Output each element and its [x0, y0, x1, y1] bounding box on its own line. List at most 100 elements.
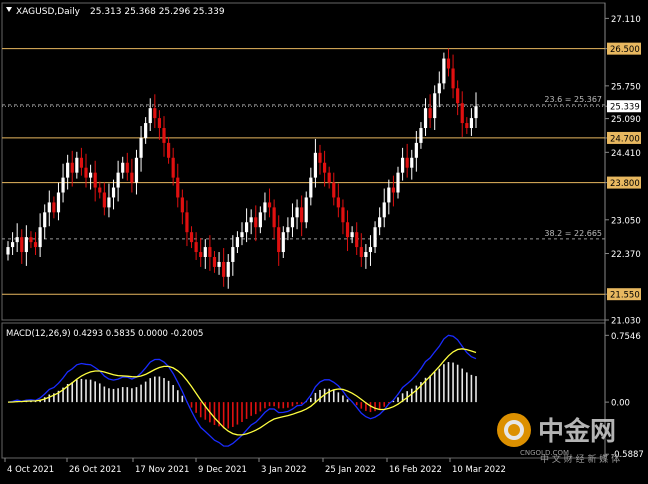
candle-bear: [162, 128, 166, 143]
candle-bull: [378, 217, 382, 228]
cngold-watermark-logo: 中金网 中 文 财 经 新 媒 体 CNGOLD.COM: [497, 413, 620, 465]
chart-ohlc: 25.313 25.368 25.296 25.339: [90, 7, 225, 17]
candle-bull: [437, 83, 441, 94]
candle-bear: [322, 162, 327, 173]
candle-bull: [304, 197, 308, 223]
time-axis-label: 10 Mar 2022: [452, 465, 506, 475]
price-axis-label: 24.410: [611, 149, 641, 159]
candle-bull: [313, 152, 318, 178]
candlestick-series: [6, 48, 478, 289]
cngold-logo-icon: [497, 413, 531, 447]
candle-bear: [336, 197, 340, 208]
candle-bull: [419, 128, 423, 143]
candle-bear: [194, 242, 198, 253]
candle-bull: [6, 247, 10, 255]
price-axis-label: 25.339: [610, 103, 640, 113]
time-axis-label: 4 Oct 2021: [7, 465, 54, 475]
candle-bear: [332, 182, 336, 198]
candle-bear: [359, 247, 363, 257]
candle-bull: [469, 118, 474, 129]
candle-bear: [465, 123, 469, 129]
candle-bear: [208, 247, 212, 257]
candle-bull: [474, 106, 478, 119]
time-axis: 4 Oct 2021 26 Oct 2021 17 Nov 2021 9 Dec 20…: [4, 458, 506, 475]
time-axis-label: 17 Nov 2021: [135, 465, 189, 475]
price-axis-label: 21.550: [610, 291, 640, 301]
candle-bull: [423, 108, 428, 129]
candle-bull: [66, 162, 70, 178]
candle-bear: [20, 237, 24, 253]
candle-bull: [309, 177, 313, 198]
price-axis-label: 22.370: [611, 250, 641, 260]
candle-bull: [295, 207, 299, 218]
candle-bull: [148, 108, 152, 124]
candle-bull: [134, 157, 139, 183]
candle-bear: [405, 157, 409, 168]
chart-canvas[interactable]: 23.6 = 25.36738.2 = 22.665 0.75460.00-0.…: [0, 0, 648, 480]
candle-bull: [10, 242, 15, 248]
candle-bear: [272, 207, 276, 228]
macd-axis-label: 0.7546: [611, 332, 641, 342]
time-axis-label: 25 Jan 2022: [325, 465, 376, 475]
candle-bull: [249, 217, 253, 223]
fib-label: 23.6 = 25.367: [544, 95, 602, 104]
trading-chart-window[interactable]: 23.6 = 25.367 38.2 = 22.665 0.7546 0.00 -0.…: [0, 0, 648, 480]
fib-label: 38.2 = 22.665: [544, 229, 602, 238]
candle-bear: [52, 202, 56, 213]
price-axis-label: 25.750: [611, 82, 641, 92]
macd-label: MACD(12,26,9) 0.4293 0.5835 0.0000 -0.20…: [6, 329, 203, 339]
candle-bull: [56, 192, 61, 213]
candle-bull: [139, 137, 143, 158]
candle-bull: [38, 227, 42, 248]
candle-bear: [199, 252, 203, 257]
candle-bear: [125, 162, 129, 173]
fibonacci-levels: 23.6 = 25.367 38.2 = 22.665: [2, 95, 605, 240]
price-axis-label: 27.110: [611, 15, 641, 25]
candle-bear: [157, 118, 162, 129]
candle-bull: [43, 212, 47, 228]
price-axis-label: 24.700: [610, 134, 640, 144]
candle-bull: [235, 237, 240, 248]
candle-bull: [396, 172, 400, 193]
chart-symbol: XAGUSD,Daily: [16, 7, 81, 17]
price-axis-label: 23.800: [610, 179, 640, 189]
candle-bull: [382, 202, 386, 218]
candle-bull: [116, 172, 120, 188]
candle-bull: [217, 261, 221, 267]
watermark-cn: 中金网: [538, 416, 616, 447]
candle-bull: [111, 187, 116, 198]
dropdown-arrow-icon[interactable]: [6, 7, 12, 12]
candle-bull: [144, 123, 148, 138]
candle-bull: [410, 157, 414, 168]
candle-bear: [222, 261, 226, 277]
candle-bear: [98, 187, 102, 193]
candle-bull: [373, 227, 377, 248]
candle-bull: [203, 247, 207, 257]
candle-bear: [446, 58, 451, 69]
time-axis-label: 26 Oct 2021: [69, 465, 122, 475]
candle-bull: [400, 157, 405, 173]
candle-bear: [212, 256, 217, 267]
candle-bear: [84, 167, 88, 178]
candle-bear: [130, 172, 134, 183]
candle-bear: [341, 207, 345, 223]
candle-bear: [79, 157, 84, 168]
time-axis-label: 9 Dec 2021: [198, 465, 247, 475]
candle-bear: [355, 232, 359, 248]
candle-bear: [254, 217, 258, 228]
candle-bull: [244, 222, 249, 233]
candle-bull: [368, 247, 373, 253]
candle-bull: [226, 261, 230, 277]
price-pane-border: [1, 2, 606, 321]
candle-bull: [263, 202, 267, 213]
candle-bull: [258, 212, 262, 228]
candle-bull: [281, 232, 285, 253]
candle-bear: [318, 152, 322, 163]
candle-bull: [88, 172, 93, 178]
candle-bear: [460, 103, 464, 124]
candle-bear: [428, 108, 432, 119]
candle-bear: [451, 68, 455, 89]
candle-bear: [102, 192, 106, 208]
candle-bear: [189, 232, 194, 243]
candle-bull: [75, 157, 79, 173]
